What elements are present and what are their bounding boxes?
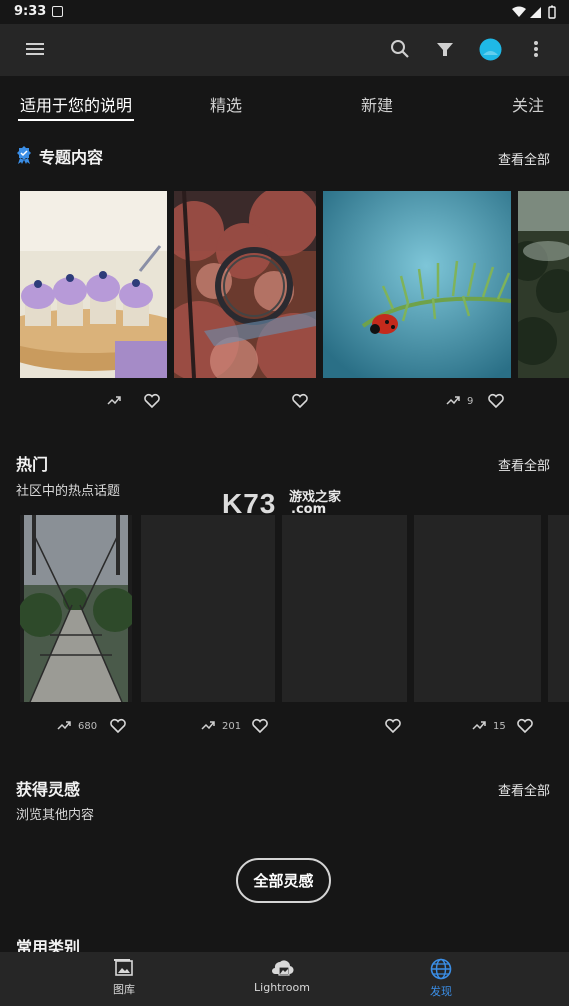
status-time: 9:33 [14,4,47,19]
status-bar: 9:33 [0,0,569,24]
heart-icon[interactable] [384,717,402,735]
nav-gallery[interactable]: 图库 [69,958,179,997]
watermark-logo: K73 游戏之家 .com [222,488,341,520]
remix-icon[interactable] [200,718,216,734]
active-tab-indicator [18,119,134,121]
nav-discover[interactable]: 发现 [386,958,496,999]
featured-title: 专题内容 [39,148,104,167]
heart-icon[interactable] [291,392,309,410]
avatar[interactable] [479,38,502,61]
remix-icon[interactable] [106,393,122,409]
remix-count: 201 [222,721,242,732]
filter-icon[interactable] [434,38,456,60]
inspiration-see-all-link[interactable]: 查看全部 [498,780,550,799]
heart-icon[interactable] [109,717,127,735]
tab-new[interactable]: 新建 [361,92,393,116]
tab-featured[interactable]: 精选 [210,92,242,116]
trending-image-placeholder[interactable] [548,515,569,702]
notification-icon [52,6,63,17]
search-icon[interactable] [389,38,411,60]
heart-icon[interactable] [251,717,269,735]
all-inspiration-button[interactable]: 全部灵感 [236,858,331,903]
trending-image-placeholder[interactable] [141,515,275,702]
watermark-k73: K73 [222,488,277,519]
trending-title: 热门 [16,455,49,474]
heart-icon[interactable] [487,392,505,410]
inspiration-title: 获得灵感 [16,780,81,799]
heart-icon[interactable] [516,717,534,735]
nav-discover-label: 发现 [430,985,452,998]
featured-image-ladybug[interactable] [323,191,511,378]
featured-image-forest[interactable] [518,191,569,378]
verified-badge-icon [17,146,31,164]
remix-count: 15 [493,721,506,732]
remix-icon[interactable] [56,718,72,734]
trending-see-all-link[interactable]: 查看全部 [498,455,550,474]
watermark-com: .com [291,502,327,517]
lightroom-icon [272,960,294,976]
bottom-navigation: 图库 Lightroom 发现 [0,952,569,1006]
remix-count: 9 [467,396,474,407]
remix-icon[interactable] [445,393,461,409]
trending-image-placeholder[interactable] [414,515,541,702]
featured-image-water-wheel[interactable] [174,191,316,378]
nav-lightroom-label: Lightroom [254,981,310,994]
featured-image-cupcakes[interactable] [20,191,167,378]
inspiration-subtitle: 浏览其他内容 [16,808,95,823]
trending-image-bridge[interactable] [20,515,132,702]
status-icons [512,5,556,19]
globe-icon [430,958,452,980]
remix-count: 680 [78,721,98,732]
nav-gallery-label: 图库 [113,983,135,996]
trending-image-placeholder[interactable] [282,515,407,702]
tab-bar: 适用于您的说明 精选 新建 关注 [0,76,569,124]
gallery-icon [114,959,133,976]
app-bar [0,24,569,76]
tab-following[interactable]: 关注 [512,92,544,116]
more-options-icon[interactable] [526,38,546,60]
nav-lightroom[interactable]: Lightroom [227,958,337,994]
trending-subtitle: 社区中的热点话题 [16,484,121,499]
heart-icon[interactable] [143,392,161,410]
tab-for-you[interactable]: 适用于您的说明 [20,92,132,116]
featured-see-all-link[interactable]: 查看全部 [498,149,550,168]
menu-icon[interactable] [24,38,46,60]
remix-icon[interactable] [471,718,487,734]
